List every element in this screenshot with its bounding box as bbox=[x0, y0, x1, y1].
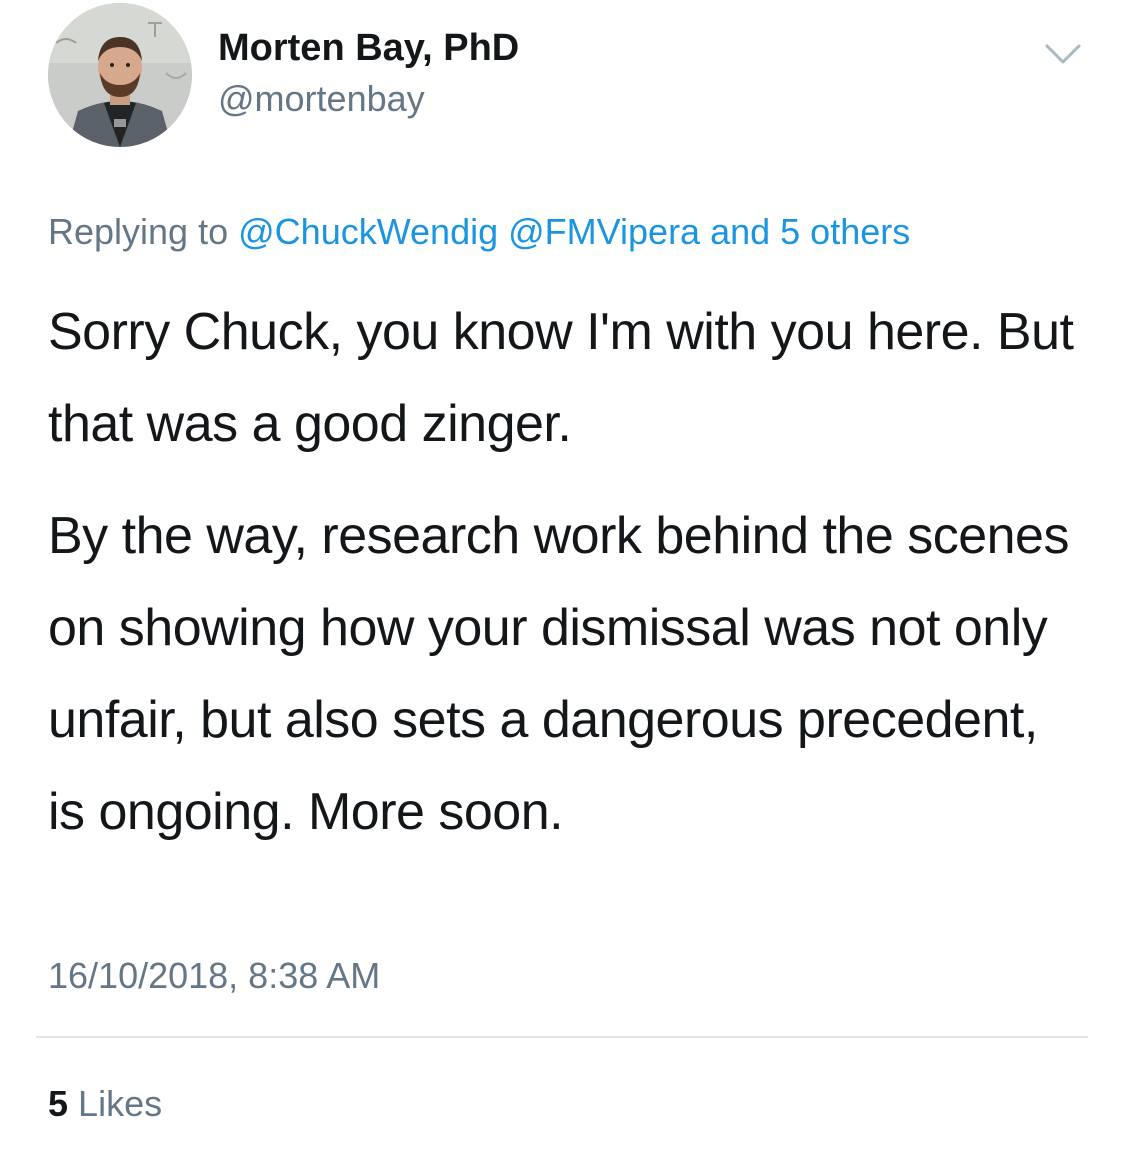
likes-count: 5 bbox=[48, 1083, 69, 1124]
tweet-paragraph-2: By the way, research work behind the sce… bbox=[48, 507, 1069, 841]
chevron-down-icon bbox=[1045, 44, 1081, 64]
tweet-detail: Morten Bay, PhD @mortenbay Replying to @… bbox=[0, 0, 1124, 1163]
likes-label: Likes bbox=[78, 1083, 163, 1124]
divider bbox=[36, 1036, 1088, 1038]
tweet-text: Sorry Chuck, you know I'm with you here.… bbox=[48, 286, 1088, 858]
tweet-timestamp[interactable]: 16/10/2018, 8:38 AM bbox=[48, 954, 380, 998]
tweet-menu-button[interactable] bbox=[1043, 40, 1083, 68]
likes-stat[interactable]: 5 Likes bbox=[48, 1082, 162, 1126]
avatar[interactable] bbox=[48, 3, 192, 147]
tweet-paragraph-1: Sorry Chuck, you know I'm with you here.… bbox=[48, 303, 1074, 453]
avatar-image bbox=[48, 3, 192, 147]
author-handle[interactable]: @mortenbay bbox=[218, 78, 425, 120]
replying-to-label: Replying to bbox=[48, 211, 229, 252]
mention-chuckwendig[interactable]: @ChuckWendig bbox=[238, 211, 498, 252]
mention-fmvipera[interactable]: @FMVipera bbox=[508, 211, 700, 252]
author-name[interactable]: Morten Bay, PhD bbox=[218, 26, 519, 70]
replying-to: Replying to @ChuckWendig @FMVipera and 5… bbox=[48, 210, 910, 254]
mention-others[interactable]: and 5 others bbox=[710, 211, 910, 252]
